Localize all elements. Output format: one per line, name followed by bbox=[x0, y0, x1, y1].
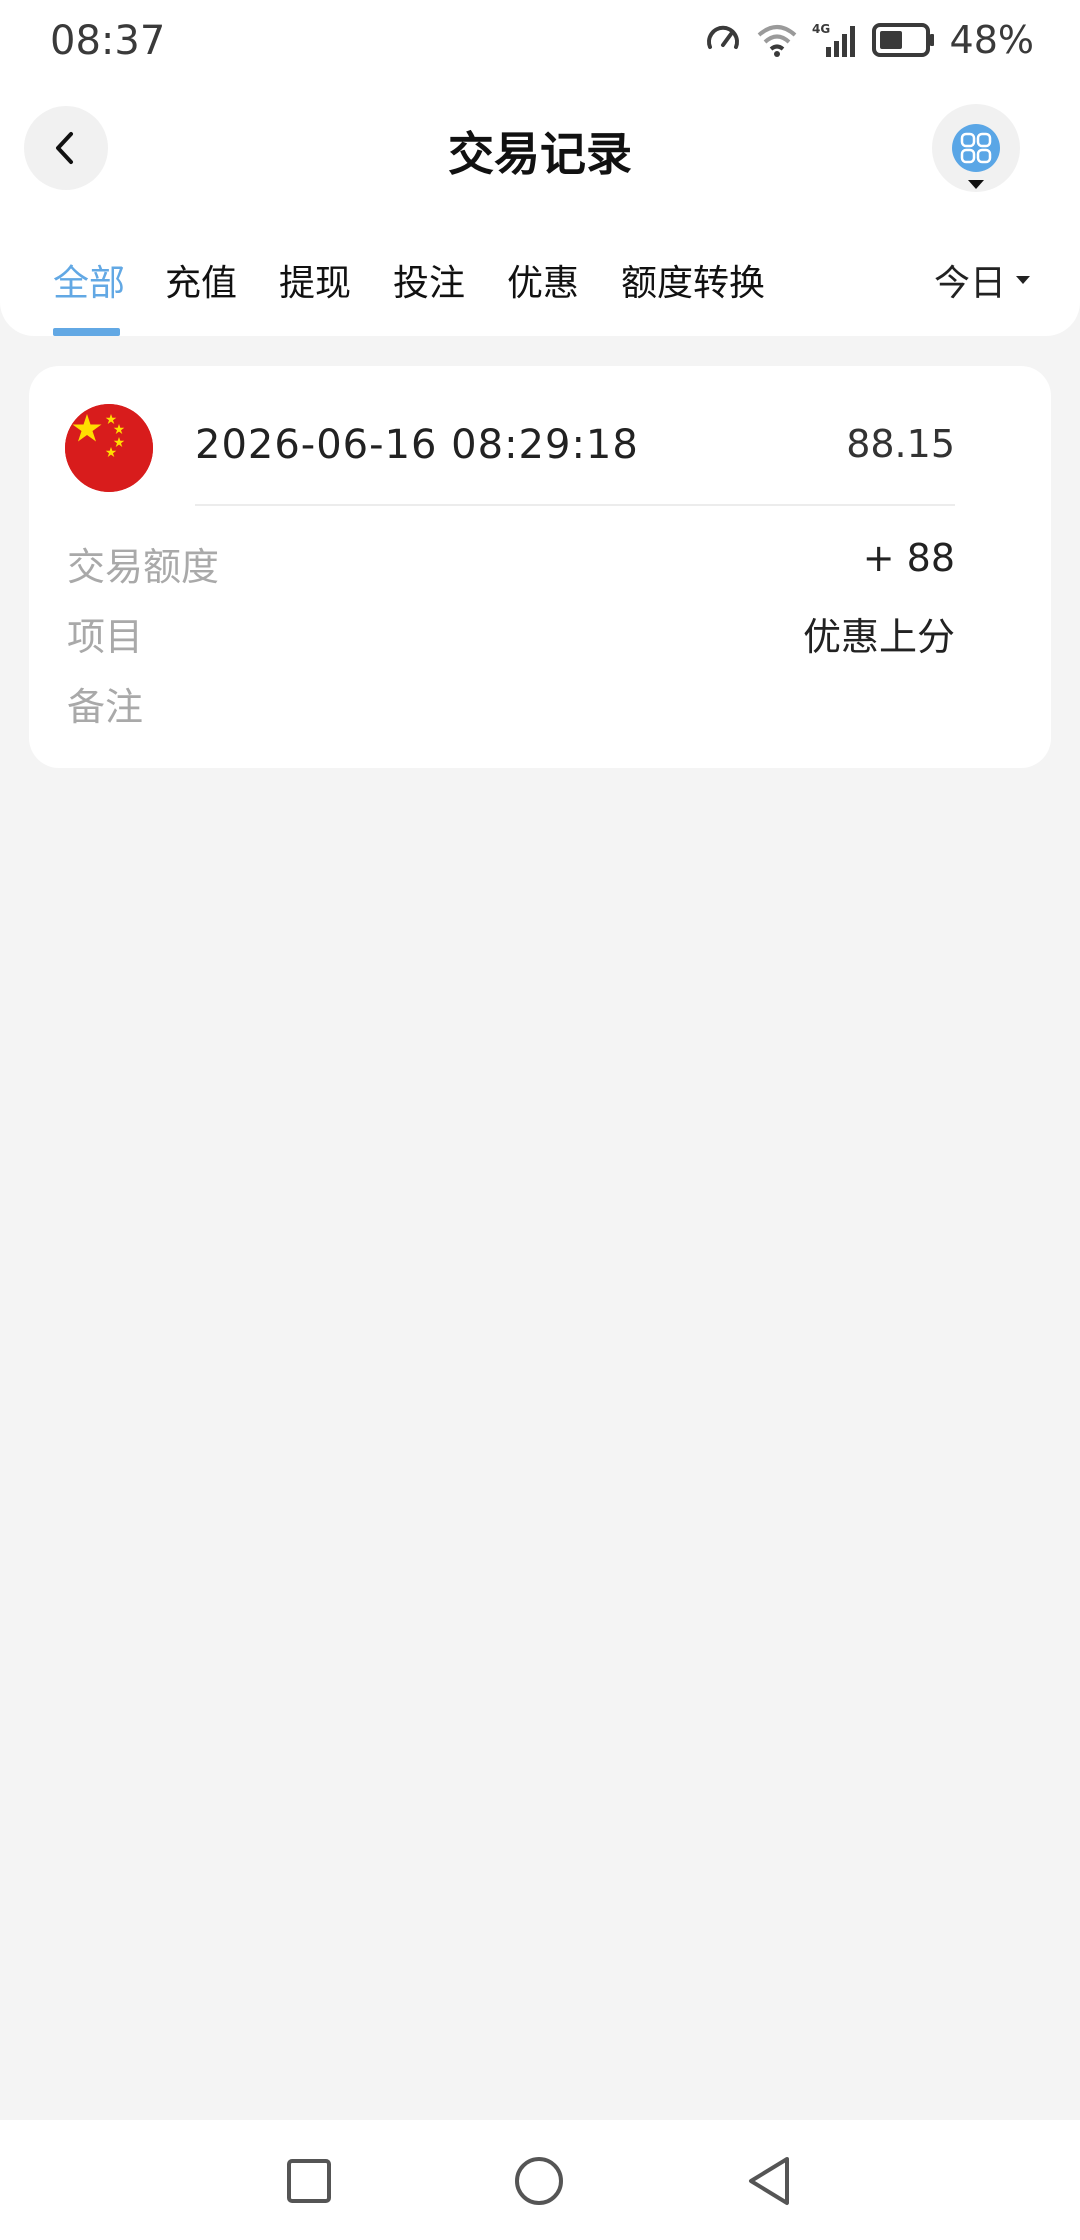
divider bbox=[195, 504, 955, 506]
home-icon[interactable] bbox=[512, 2154, 566, 2208]
speedometer-icon bbox=[706, 25, 739, 49]
china-flag-icon bbox=[65, 404, 153, 492]
status-time: 08:37 bbox=[50, 18, 166, 64]
period-filter-label: 今日 bbox=[933, 263, 1006, 304]
wifi-icon bbox=[757, 25, 796, 57]
system-nav-bar bbox=[0, 2120, 1080, 2240]
amount-value: + 88 bbox=[862, 536, 955, 580]
tab-bet[interactable]: 投注 bbox=[393, 254, 465, 306]
item-value: 优惠上分 bbox=[802, 615, 955, 659]
status-bar-right: 4G 48% bbox=[704, 18, 1034, 62]
header: 08:37 4G 48% 交易记录 全部 充值 提现 投注 优惠 额度转换 今日 bbox=[0, 0, 1080, 336]
battery-percentage: 48% bbox=[949, 18, 1034, 62]
active-tab-indicator bbox=[53, 328, 120, 336]
dropdown-arrow-icon bbox=[1016, 276, 1030, 284]
transaction-balance: 88.15 bbox=[846, 422, 955, 466]
grid-menu-icon bbox=[952, 124, 1000, 172]
back-triangle-icon[interactable] bbox=[742, 2154, 796, 2208]
period-filter[interactable]: 今日 bbox=[934, 254, 1030, 306]
tab-transfer[interactable]: 额度转换 bbox=[621, 254, 765, 306]
tab-deposit[interactable]: 充值 bbox=[165, 254, 237, 306]
menu-button[interactable] bbox=[932, 104, 1020, 192]
transaction-datetime: 2026-06-16 08:29:18 bbox=[195, 422, 639, 468]
signal-icon: 4G bbox=[812, 22, 855, 57]
svg-text:4G: 4G bbox=[812, 22, 830, 36]
transaction-card[interactable]: 2026-06-16 08:29:18 88.15 交易额度 + 88 项目 优… bbox=[29, 366, 1051, 768]
amount-label: 交易额度 bbox=[67, 545, 220, 589]
tab-all[interactable]: 全部 bbox=[53, 254, 125, 306]
note-label: 备注 bbox=[67, 685, 144, 729]
tab-promotion[interactable]: 优惠 bbox=[507, 254, 579, 306]
battery-icon bbox=[871, 23, 934, 57]
page-title: 交易记录 bbox=[448, 127, 632, 181]
recent-apps-icon[interactable] bbox=[282, 2154, 336, 2208]
tab-withdraw[interactable]: 提现 bbox=[279, 254, 351, 306]
item-label: 项目 bbox=[67, 615, 144, 659]
caret-down-icon bbox=[968, 180, 984, 189]
tab-bar: 全部 充值 提现 投注 优惠 额度转换 今日 bbox=[0, 248, 1080, 336]
